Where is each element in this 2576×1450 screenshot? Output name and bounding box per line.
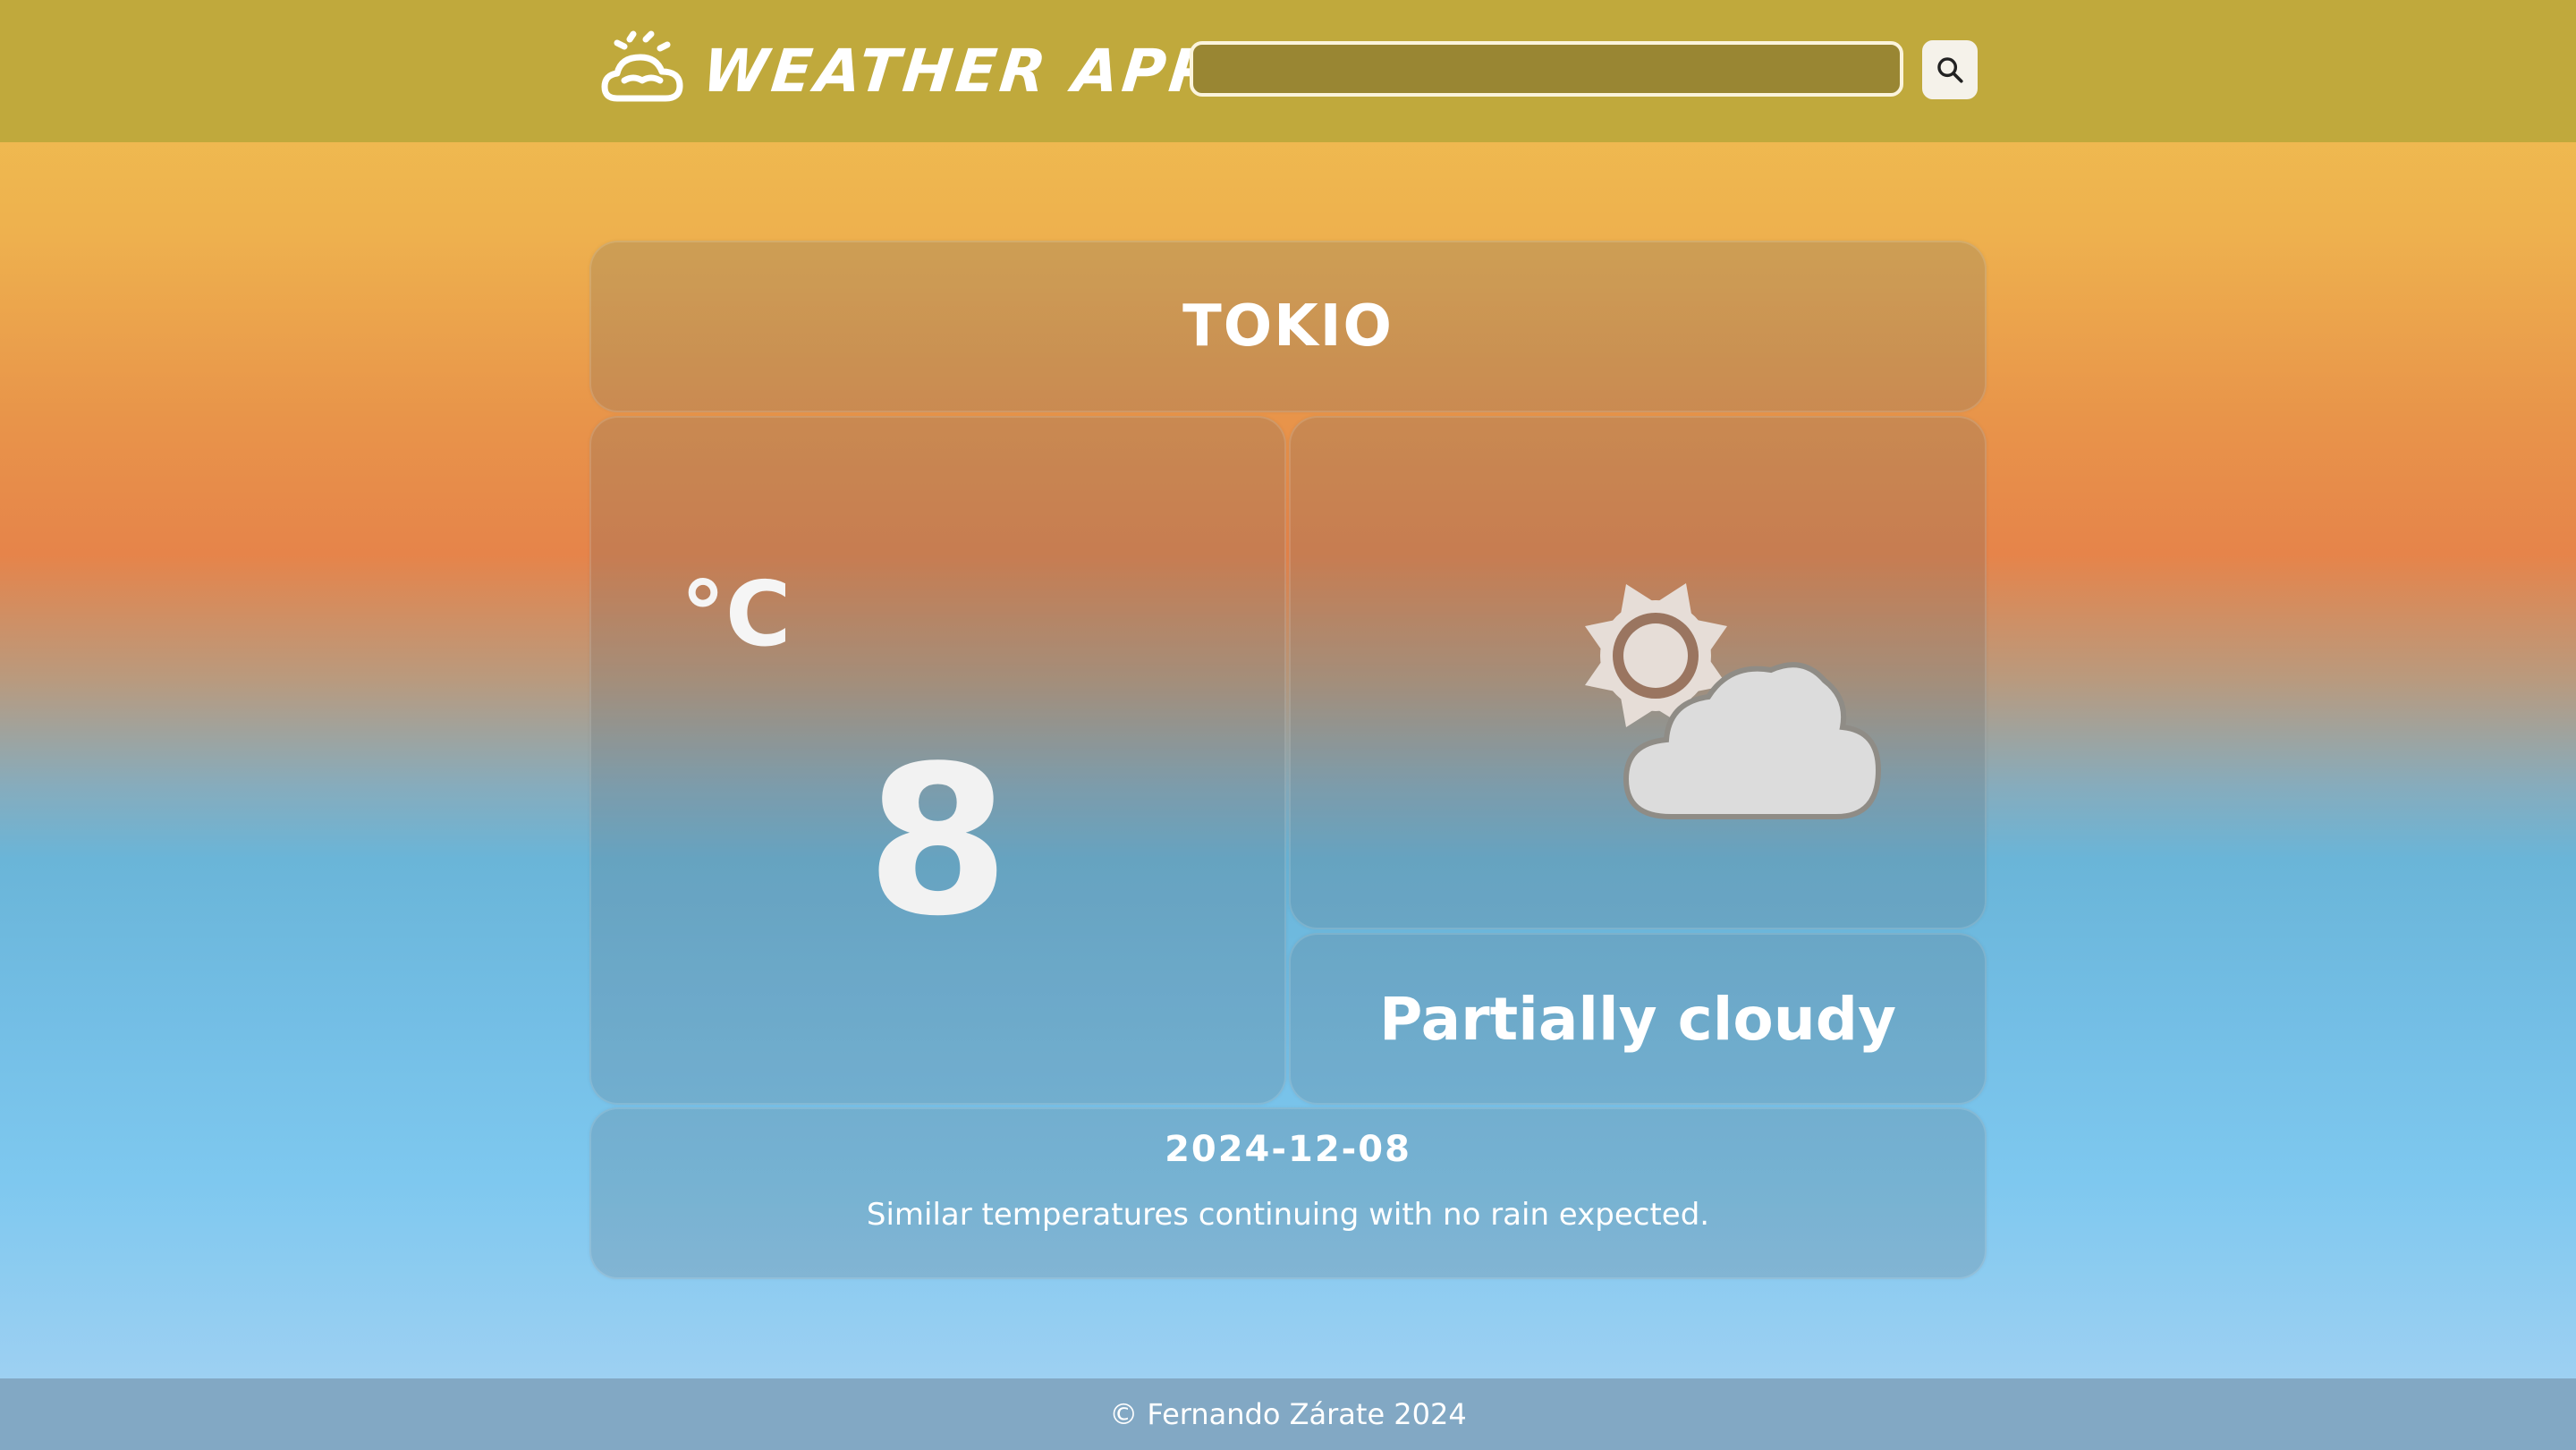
search-button[interactable] — [1922, 40, 1978, 99]
app-logo: WEATHER APP — [597, 30, 1220, 111]
city-name: TOKIO — [1182, 293, 1394, 360]
copyright-text: © Fernando Zárate 2024 — [1109, 1397, 1467, 1431]
forecast-description: Similar temperatures continuing with no … — [866, 1197, 1710, 1233]
weather-icon-card — [1289, 416, 1987, 929]
search-icon — [1937, 57, 1963, 83]
city-search-input[interactable] — [1190, 41, 1903, 97]
forecast-date: 2024-12-08 — [1165, 1129, 1411, 1170]
weather-condition: Partially cloudy — [1379, 984, 1896, 1054]
app-title: WEATHER APP — [699, 36, 1220, 106]
sun-cloud-icon — [601, 30, 683, 102]
city-card: TOKIO — [589, 241, 1987, 412]
temperature-value: 8 — [866, 723, 1010, 962]
partly-cloudy-day-icon — [1585, 583, 1882, 819]
app-footer: © Fernando Zárate 2024 — [0, 1378, 2576, 1450]
forecast-card: 2024-12-08 Similar temperatures continui… — [589, 1107, 1987, 1279]
app-header: WEATHER APP — [0, 0, 2576, 142]
temperature-card: °C 8 — [589, 416, 1286, 1105]
condition-card: Partially cloudy — [1289, 933, 1987, 1105]
temperature-unit: °C — [681, 562, 792, 666]
